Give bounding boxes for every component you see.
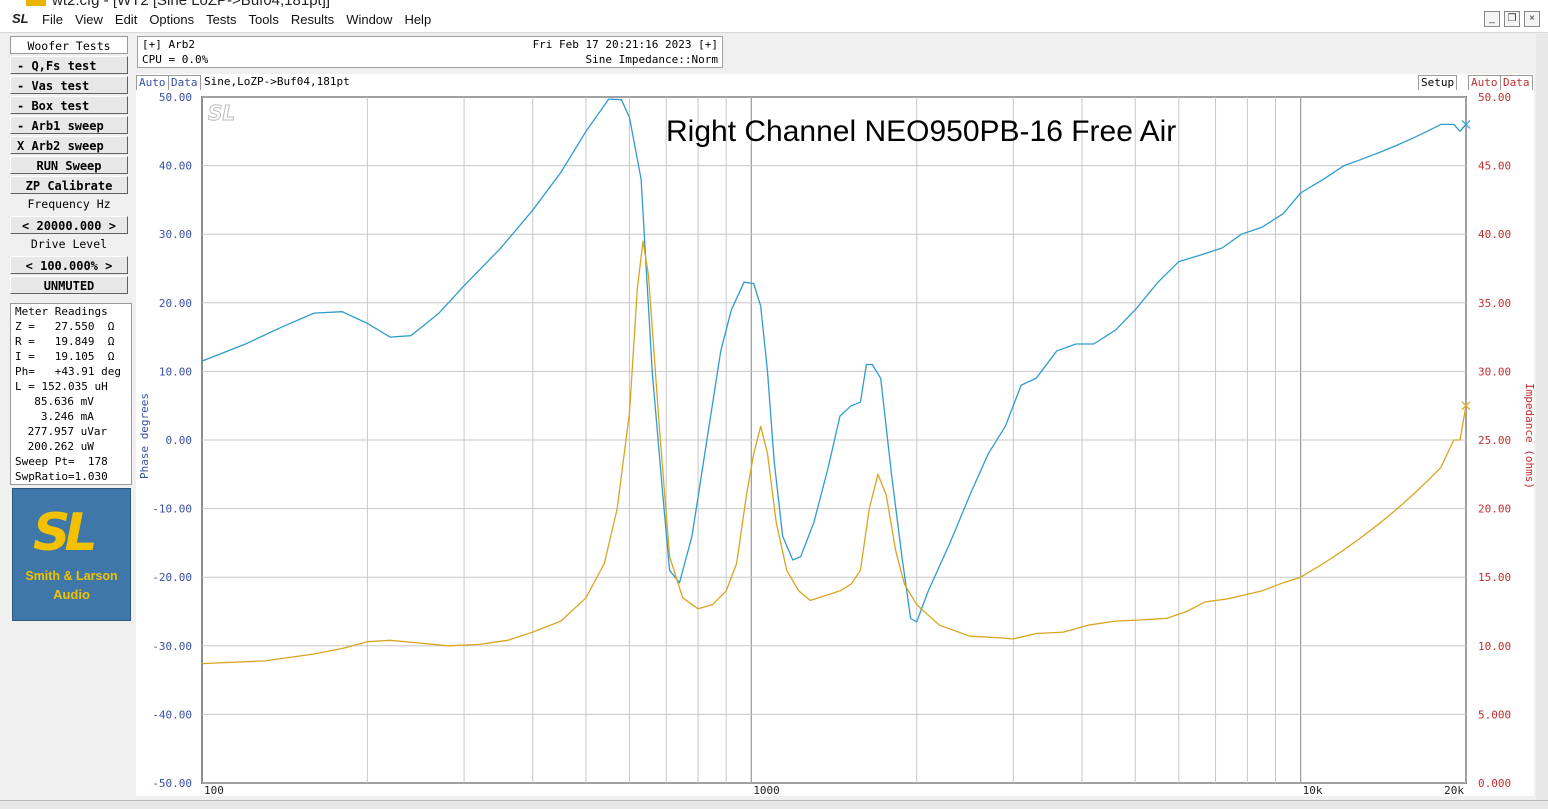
- x-tick-label: 1000: [753, 784, 780, 796]
- run-sweep-button[interactable]: RUN Sweep: [10, 156, 128, 174]
- graph-area[interactable]: 50.00 40.00 30.00 20.00 10.00 0.00 -10.00 -20.0…: [136, 90, 1534, 796]
- y-right-tick-label: 20.00: [1478, 503, 1511, 516]
- data-source-label: Sine,LoZP->Buf04,181pt: [202, 75, 352, 89]
- cpu-usage: CPU = 0.0%: [142, 53, 209, 66]
- meter-row: R = 19.849 Ω: [15, 335, 115, 348]
- x-tick-label: 100: [204, 784, 224, 796]
- data-right-button[interactable]: Data: [1500, 75, 1533, 91]
- meter-title: Meter Readings: [15, 305, 108, 318]
- logo-text-audio: Audio: [53, 587, 90, 602]
- y-right-tick-label: 50.00: [1478, 91, 1511, 104]
- y-left-tick-label: 40.00: [159, 160, 192, 173]
- graph-name[interactable]: [+] Arb2: [142, 37, 195, 53]
- y-axis-left-label: Phase degrees: [138, 393, 151, 479]
- meter-row: L = 152.035 uH: [15, 380, 108, 393]
- zp-calibrate-button[interactable]: ZP Calibrate: [10, 176, 128, 194]
- graph-datetime: Fri Feb 17 20:21:16 2023 [+]: [532, 38, 718, 51]
- chart-title: Right Channel NEO950PB-16 Free Air: [666, 115, 1176, 148]
- sl-watermark-icon: SL: [208, 101, 235, 125]
- y-left-tick-label: -50.00: [152, 777, 192, 790]
- meter-row: I = 19.105 Ω: [15, 350, 115, 363]
- frequency-stepper[interactable]: < 20000.000 >: [10, 216, 128, 234]
- y-left-tick-label: 20.00: [159, 297, 192, 310]
- window-title: wt2.cfg - [WT2 [Sine LoZP->Buf04,181pt]]: [52, 0, 330, 8]
- y-left-tick-label: 30.00: [159, 228, 192, 241]
- meter-row: 277.957 uVar: [21, 425, 108, 438]
- menu-file[interactable]: File: [36, 11, 69, 29]
- y-left-tick-label: 10.00: [159, 365, 192, 378]
- app-menu-icon[interactable]: SL: [12, 11, 30, 27]
- y-left-tick-label: 0.00: [166, 434, 193, 447]
- y-axis-right-label: Impedance (ohms): [1523, 383, 1534, 489]
- meter-row: Z = 27.550 Ω: [15, 320, 115, 333]
- y-left-tick-label: 50.00: [159, 91, 192, 104]
- meter-row: Ph= +43.91 deg: [15, 365, 121, 378]
- minimize-icon[interactable]: _: [1484, 11, 1500, 27]
- logo-text-company: Smith & Larson: [25, 569, 118, 583]
- y-right-tick-label: 0.000: [1478, 777, 1511, 790]
- app-logo-icon: [26, 0, 46, 6]
- impedance-phase-chart[interactable]: 50.00 40.00 30.00 20.00 10.00 0.00 -10.00 -20.0…: [136, 90, 1534, 796]
- title-bar: wt2.cfg - [WT2 [Sine LoZP->Buf04,181pt]]: [0, 0, 1548, 8]
- box-test-button[interactable]: - Box test: [10, 96, 128, 114]
- meter-readings-panel: Meter Readings Z = 27.550 Ω R = 19.849 Ω…: [10, 303, 132, 485]
- y-left-tick-label: -10.00: [152, 503, 192, 516]
- y-right-tick-label: 35.00: [1478, 297, 1511, 310]
- measurement-mode: Sine Impedance::Norm: [585, 53, 718, 66]
- meter-row: Sweep Pt= 178: [15, 455, 108, 468]
- drive-level-label: Drive Level: [30, 237, 108, 251]
- arb2-sweep-button[interactable]: X Arb2 sweep: [10, 136, 128, 154]
- y-right-tick-label: 40.00: [1478, 228, 1511, 241]
- y-right-tick-label: 10.00: [1478, 640, 1511, 653]
- menu-tools[interactable]: Tools: [242, 11, 284, 29]
- y-right-tick-label: 25.00: [1478, 434, 1511, 447]
- y-right-tick-label: 45.00: [1478, 160, 1511, 173]
- setup-button[interactable]: Setup: [1418, 75, 1458, 91]
- woofer-tests-header: Woofer Tests: [10, 36, 128, 54]
- drive-level-stepper[interactable]: < 100.000% >: [10, 256, 128, 274]
- y-left-tick-label: -40.00: [152, 708, 192, 721]
- y-right-tick-label: 5.000: [1478, 708, 1511, 721]
- menu-bar: SL File View Edit Options Tests Tools Re…: [0, 8, 1548, 33]
- auto-left-button[interactable]: Auto: [136, 75, 169, 91]
- data-left-button[interactable]: Data: [168, 75, 201, 91]
- close-icon[interactable]: ×: [1524, 11, 1540, 27]
- vas-test-button[interactable]: - Vas test: [10, 76, 128, 94]
- y-left-tick-label: -20.00: [152, 571, 192, 584]
- y-right-tick-label: 30.00: [1478, 365, 1511, 378]
- graph-info-status: CPU = 0.0% Sine Impedance::Norm: [137, 52, 723, 68]
- menu-results[interactable]: Results: [285, 11, 340, 29]
- menu-view[interactable]: View: [69, 11, 109, 29]
- meter-row: 85.636 mV: [21, 395, 94, 408]
- menu-tests[interactable]: Tests: [200, 11, 242, 29]
- sl-logo-icon: SL: [33, 503, 98, 563]
- y-left-tick-label: -30.00: [152, 640, 192, 653]
- menu-options[interactable]: Options: [143, 11, 200, 29]
- menu-window[interactable]: Window: [340, 11, 398, 29]
- menu-edit[interactable]: Edit: [109, 11, 143, 29]
- meter-row: 3.246 mA: [21, 410, 94, 423]
- meter-row: 200.262 uW: [21, 440, 94, 453]
- restore-icon[interactable]: ❐: [1504, 11, 1520, 27]
- qfs-test-button[interactable]: - Q,Fs test: [10, 56, 128, 74]
- auto-right-button[interactable]: Auto: [1468, 75, 1501, 91]
- window-right-border: [1536, 34, 1548, 800]
- menu-help[interactable]: Help: [398, 11, 437, 29]
- arb1-sweep-button[interactable]: - Arb1 sweep: [10, 116, 128, 134]
- x-tick-label: 10k: [1303, 784, 1323, 796]
- graph-toolbar: Auto Data Sine,LoZP->Buf04,181pt Setup A…: [136, 74, 1534, 91]
- x-tick-label: 20k: [1444, 784, 1464, 796]
- meter-row: SwpRatio=1.030: [15, 470, 108, 483]
- smith-larson-logo: SL Smith & Larson Audio: [12, 488, 131, 621]
- y-right-tick-label: 15.00: [1478, 571, 1511, 584]
- frequency-label: Frequency Hz: [27, 197, 111, 211]
- mute-toggle-button[interactable]: UNMUTED: [10, 276, 128, 294]
